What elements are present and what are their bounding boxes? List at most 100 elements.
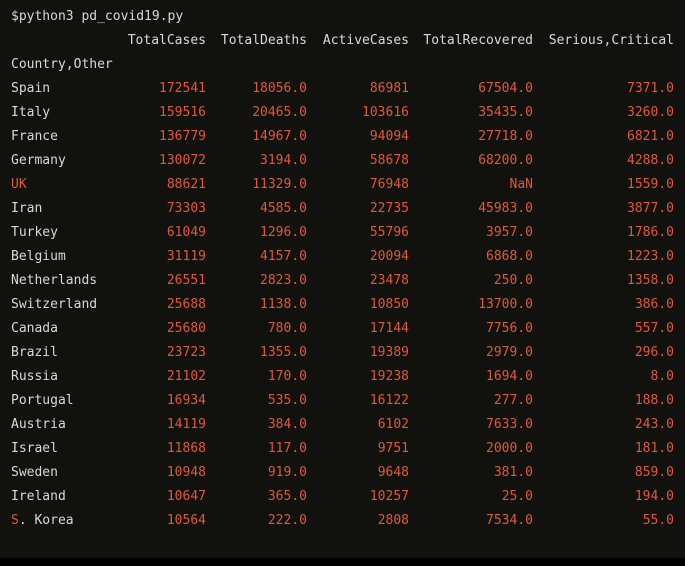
table-row: Russia 21102 170.0 19238 1694.0 8.0 — [0, 369, 685, 385]
country-cell: S. Korea — [11, 513, 74, 528]
total-deaths-cell: 117.0 — [267, 441, 307, 456]
command-line: $python3 pd_covid19.py — [11, 9, 184, 24]
total-recovered-cell: 1694.0 — [486, 369, 533, 384]
terminal-window[interactable]: $python3 pd_covid19.py TotalCases TotalD… — [0, 0, 685, 558]
country-cell: Brazil — [11, 345, 58, 360]
index-header-row: Country,Other — [0, 57, 685, 73]
serious-critical-cell: 1223.0 — [627, 249, 674, 264]
serious-critical-cell: 859.0 — [634, 465, 674, 480]
total-cases-cell: 26551 — [166, 273, 206, 288]
total-recovered-cell: 27718.0 — [478, 129, 533, 144]
total-deaths-cell: 780.0 — [267, 321, 307, 336]
country-cell: Canada — [11, 321, 58, 336]
total-deaths-cell: 20465.0 — [252, 105, 307, 120]
total-cases-cell: 136779 — [159, 129, 206, 144]
country-cell: Italy — [11, 105, 51, 120]
active-cases-cell: 19238 — [369, 369, 409, 384]
serious-critical-cell: 296.0 — [634, 345, 674, 360]
total-recovered-cell: 13700.0 — [478, 297, 533, 312]
total-deaths-cell: 1355.0 — [260, 345, 307, 360]
table-row: Turkey 61049 1296.0 55796 3957.0 1786.0 — [0, 225, 685, 241]
serious-critical-cell: 181.0 — [634, 441, 674, 456]
active-cases-cell: 58678 — [369, 153, 409, 168]
total-cases-cell: 10647 — [166, 489, 206, 504]
total-cases-cell: 159516 — [159, 105, 206, 120]
total-deaths-cell: 1296.0 — [260, 225, 307, 240]
active-cases-cell: 55796 — [369, 225, 409, 240]
active-cases-cell: 16122 — [369, 393, 409, 408]
table-row: UK 88621 11329.0 76948 NaN 1559.0 — [0, 177, 685, 193]
country-cell: Israel — [11, 441, 58, 456]
table-header-row: TotalCases TotalDeaths ActiveCases Total… — [0, 33, 685, 49]
active-cases-cell: 22735 — [369, 201, 409, 216]
table-row: France 136779 14967.0 94094 27718.0 6821.0 — [0, 129, 685, 145]
serious-critical-cell: 55.0 — [642, 513, 674, 528]
total-cases-cell: 10564 — [166, 513, 206, 528]
table-row: Brazil 23723 1355.0 19389 2979.0 296.0 — [0, 345, 685, 361]
serious-critical-cell: 3877.0 — [627, 201, 674, 216]
active-cases-cell: 94094 — [369, 129, 409, 144]
serious-critical-cell: 1786.0 — [627, 225, 674, 240]
country-cell: Portugal — [11, 393, 74, 408]
table-row: S. Korea 10564 222.0 2808 7534.0 55.0 — [0, 513, 685, 529]
country-cell: Ireland — [11, 489, 66, 504]
serious-critical-cell: 1358.0 — [627, 273, 674, 288]
total-cases-cell: 14119 — [166, 417, 206, 432]
active-cases-cell: 17144 — [369, 321, 409, 336]
country-cell: Spain — [11, 81, 51, 96]
active-cases-cell: 9648 — [377, 465, 409, 480]
table-row: Canada 25680 780.0 17144 7756.0 557.0 — [0, 321, 685, 337]
country-cell: France — [11, 129, 58, 144]
total-recovered-cell: 45983.0 — [478, 201, 533, 216]
active-cases-cell: 9751 — [377, 441, 409, 456]
column-header-serious-critical: Serious,Critical — [548, 33, 674, 48]
country-cell: Austria — [11, 417, 66, 432]
serious-critical-cell: 7371.0 — [627, 81, 674, 96]
total-recovered-cell: 7756.0 — [486, 321, 533, 336]
active-cases-cell: 20094 — [369, 249, 409, 264]
total-recovered-cell: 67504.0 — [478, 81, 533, 96]
total-deaths-cell: 4585.0 — [260, 201, 307, 216]
active-cases-cell: 19389 — [369, 345, 409, 360]
total-recovered-cell: 3957.0 — [486, 225, 533, 240]
country-cell: UK — [11, 177, 27, 192]
table-row: Germany 130072 3194.0 58678 68200.0 4288.0 — [0, 153, 685, 169]
total-deaths-cell: 2823.0 — [260, 273, 307, 288]
total-recovered-cell: NaN — [509, 177, 533, 192]
serious-critical-cell: 6821.0 — [627, 129, 674, 144]
table-row: Portugal 16934 535.0 16122 277.0 188.0 — [0, 393, 685, 409]
serious-critical-cell: 194.0 — [634, 489, 674, 504]
active-cases-cell: 2808 — [377, 513, 409, 528]
total-deaths-cell: 919.0 — [267, 465, 307, 480]
total-recovered-cell: 7534.0 — [486, 513, 533, 528]
country-cell: Germany — [11, 153, 66, 168]
total-deaths-cell: 222.0 — [267, 513, 307, 528]
total-recovered-cell: 381.0 — [493, 465, 533, 480]
column-header-total-recovered: TotalRecovered — [423, 33, 533, 48]
total-deaths-cell: 170.0 — [267, 369, 307, 384]
total-cases-cell: 21102 — [166, 369, 206, 384]
total-recovered-cell: 250.0 — [493, 273, 533, 288]
total-recovered-cell: 68200.0 — [478, 153, 533, 168]
table-row: Italy 159516 20465.0 103616 35435.0 3260.0 — [0, 105, 685, 121]
table-row: Spain 172541 18056.0 86981 67504.0 7371.0 — [0, 81, 685, 97]
active-cases-cell: 103616 — [362, 105, 409, 120]
total-recovered-cell: 277.0 — [493, 393, 533, 408]
index-name-label: Country,Other — [11, 57, 113, 72]
total-cases-cell: 23723 — [166, 345, 206, 360]
table-row: Ireland 10647 365.0 10257 25.0 194.0 — [0, 489, 685, 505]
active-cases-cell: 23478 — [369, 273, 409, 288]
total-cases-cell: 73303 — [166, 201, 206, 216]
total-recovered-cell: 7633.0 — [486, 417, 533, 432]
country-cell: Russia — [11, 369, 58, 384]
country-cell: Netherlands — [11, 273, 98, 288]
total-cases-cell: 16934 — [166, 393, 206, 408]
active-cases-cell: 86981 — [369, 81, 409, 96]
total-cases-cell: 130072 — [159, 153, 206, 168]
total-deaths-cell: 365.0 — [267, 489, 307, 504]
country-cell: Switzerland — [11, 297, 98, 312]
total-deaths-cell: 384.0 — [267, 417, 307, 432]
table-row: Switzerland 25688 1138.0 10850 13700.0 386.0 — [0, 297, 685, 313]
total-recovered-cell: 25.0 — [501, 489, 533, 504]
country-cell: Sweden — [11, 465, 58, 480]
